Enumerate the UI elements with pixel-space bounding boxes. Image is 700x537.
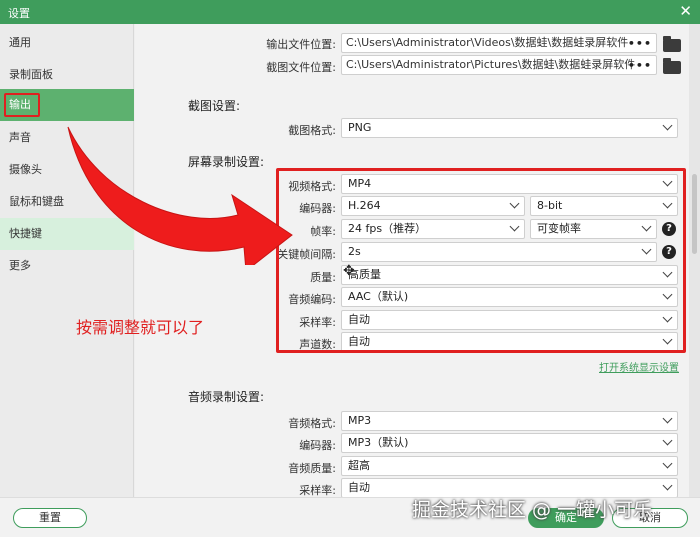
chevron-down-icon — [662, 120, 673, 131]
scrollbar[interactable] — [689, 24, 700, 497]
output-location-label: 输出文件位置: — [266, 38, 336, 51]
audio-quality-label: 音频质量: — [288, 462, 336, 475]
open-display-settings-link[interactable]: 打开系统显示设置 — [599, 359, 679, 374]
audio-format-value: MP3 — [348, 414, 372, 427]
title-bar: 设置 ✕ — [0, 0, 700, 24]
output-location-value: C:\Users\Administrator\Videos\数据蛙\数据蛙录屏软… — [346, 36, 629, 49]
close-icon[interactable]: ✕ — [679, 2, 692, 20]
annotation-arrow — [67, 126, 293, 265]
screenshot-settings-heading: 截图设置: — [188, 99, 241, 113]
folder-icon[interactable] — [663, 36, 681, 52]
audio-quality-select[interactable]: 超高 — [341, 456, 678, 476]
folder-icon[interactable] — [663, 58, 681, 74]
annotation-text: 按需调整就可以了 — [76, 318, 205, 337]
scrollbar-thumb[interactable] — [692, 174, 697, 254]
browse-output-button[interactable]: ••• — [628, 35, 652, 52]
reset-button[interactable]: 重置 — [13, 508, 87, 528]
highlight-box — [4, 93, 40, 117]
screenshot-location-label: 截图文件位置: — [266, 61, 336, 74]
chevron-down-icon — [662, 480, 673, 491]
sidebar-item-general[interactable]: 通用 — [0, 27, 134, 59]
audio-encoder-value: MP3（默认) — [348, 436, 409, 449]
audio-format-label: 音频格式: — [288, 417, 336, 430]
chevron-down-icon — [662, 413, 673, 424]
chevron-down-icon — [662, 435, 673, 446]
screenshot-location-field[interactable]: C:\Users\Administrator\Pictures\数据蛙\数据蛙录… — [341, 55, 657, 75]
window-title: 设置 — [8, 7, 30, 20]
audio-encoder-select[interactable]: MP3（默认) — [341, 433, 678, 453]
screenshot-format-select[interactable]: PNG — [341, 118, 678, 138]
screenshot-format-value: PNG — [348, 121, 372, 134]
audio-format-select[interactable]: MP3 — [341, 411, 678, 431]
output-location-field[interactable]: C:\Users\Administrator\Videos\数据蛙\数据蛙录屏软… — [341, 33, 657, 53]
audio-recording-heading: 音频录制设置: — [188, 390, 265, 404]
chevron-down-icon — [662, 458, 673, 469]
audio-encoder-label: 编码器: — [299, 439, 336, 452]
browse-screenshot-button[interactable]: ••• — [628, 57, 652, 74]
watermark: 掘金技术社区 @ 一罐小可乐 — [412, 499, 653, 521]
audio-quality-value: 超高 — [348, 459, 370, 472]
annotation-highlight-box — [276, 168, 686, 353]
sidebar-item-recording-panel[interactable]: 录制面板 — [0, 59, 134, 91]
screenshot-location-value: C:\Users\Administrator\Pictures\数据蛙\数据蛙录… — [346, 58, 636, 71]
audio-sample-rate-value: 自动 — [348, 481, 370, 494]
audio-sample-rate-label: 采样率: — [299, 484, 336, 497]
move-cursor-icon: ✥ — [343, 263, 355, 279]
